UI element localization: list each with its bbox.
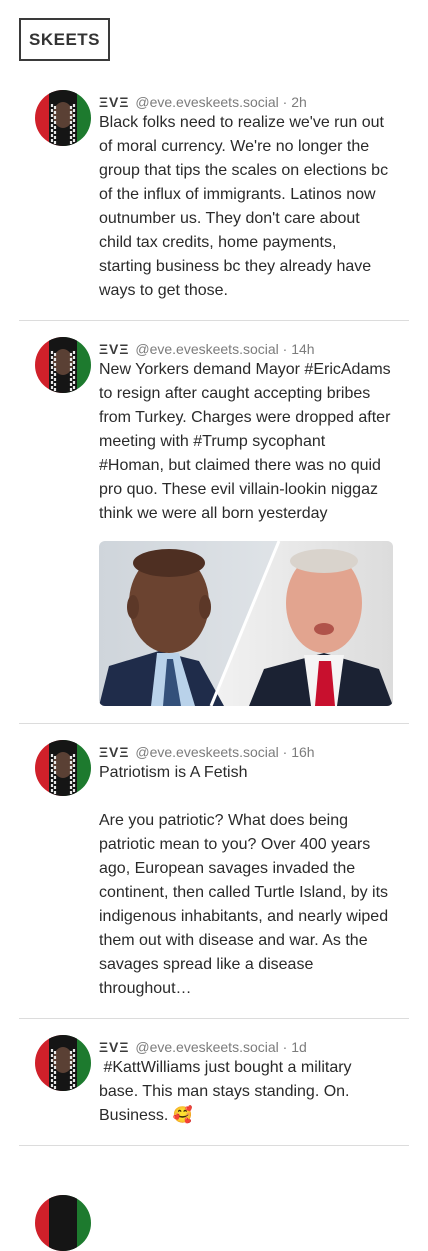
post-time[interactable]: · 16h (283, 744, 315, 760)
skeets-header: SKEETS (19, 18, 110, 61)
author-name[interactable]: ΞVΞ (99, 744, 129, 760)
post-text: #KattWilliams just bought a military bas… (99, 1059, 356, 1124)
author-handle[interactable]: @eve.eveskeets.social (135, 744, 278, 760)
avatar[interactable] (35, 1035, 91, 1091)
post-meta: ΞVΞ @eve.eveskeets.social · 2h (99, 90, 409, 111)
post-item[interactable]: ΞVΞ @eve.eveskeets.social · 2h Black folk… (19, 90, 409, 321)
skeets-title: SKEETS (28, 29, 101, 49)
author-handle[interactable]: @eve.eveskeets.social (135, 341, 278, 357)
author-handle[interactable]: @eve.eveskeets.social (135, 1039, 278, 1055)
author-name[interactable]: ΞVΞ (99, 94, 129, 110)
author-handle[interactable]: @eve.eveskeets.social (135, 94, 278, 110)
avatar[interactable] (35, 337, 91, 393)
post-text: New Yorkers demand Mayor #EricAdams to r… (99, 361, 396, 522)
avatar[interactable] (35, 1195, 91, 1251)
post-item[interactable]: ΞVΞ @eve.eveskeets.social · 14h New Yorke… (19, 337, 409, 724)
post-item[interactable]: ΞVΞ @eve.eveskeets.social · 1d #KattWilli… (19, 1035, 409, 1146)
author-name[interactable]: ΞVΞ (99, 1039, 129, 1055)
post-meta: ΞVΞ @eve.eveskeets.social · 16h (99, 740, 409, 761)
post-time[interactable]: · 2h (283, 94, 307, 110)
post-meta: ΞVΞ @eve.eveskeets.social · 1d (99, 1035, 409, 1056)
post-text: Black folks need to realize we've run ou… (99, 114, 393, 299)
author-name[interactable]: ΞVΞ (99, 341, 129, 357)
avatar[interactable] (35, 90, 91, 146)
post-time[interactable]: · 14h (283, 341, 315, 357)
post-meta: ΞVΞ @eve.eveskeets.social · 14h (99, 337, 409, 358)
post-item[interactable]: ΞVΞ @eve.eveskeets.social · 16h Patriotis… (19, 740, 409, 1019)
post-image[interactable] (99, 541, 393, 706)
post-feed[interactable]: ΞVΞ @eve.eveskeets.social · 2h Black folk… (19, 90, 409, 1162)
post-text: Patriotism is A Fetish Are you patriotic… (99, 764, 389, 997)
avatar[interactable] (35, 740, 91, 796)
post-time[interactable]: · 1d (283, 1039, 307, 1055)
